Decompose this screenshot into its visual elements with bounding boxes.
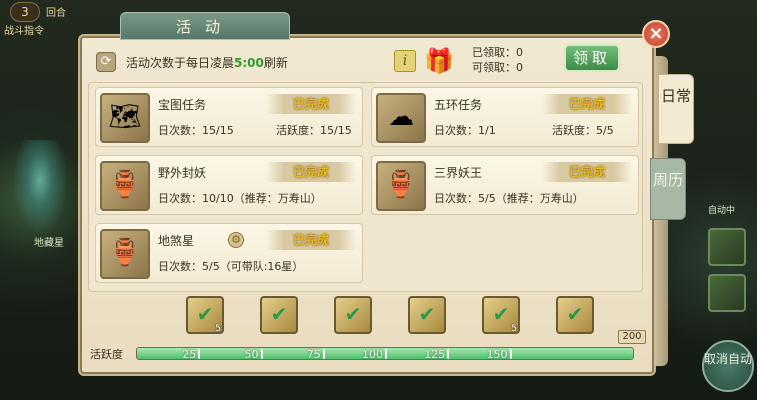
milestone-label: 50 [244,348,259,360]
completed-badge: 已完成 [266,230,356,250]
milestone-tick [447,349,450,359]
gourd-icon: 🏺 [376,161,426,211]
task-count: 日次数：10/10（推荐：万寿山） [158,192,322,205]
gear-icon[interactable]: ⚙ [228,232,244,248]
task-card-field-demon[interactable]: 🏺 野外封妖 已完成 日次数：10/10（推荐：万寿山） [95,155,363,215]
reward-check-icon[interactable]: ✔ [556,296,594,334]
task-card-five-ring[interactable]: ☁ 五环任务 已完成 日次数：1/1 活跃度：5/5 [371,87,639,147]
reward-check-icon[interactable]: ✔ [408,296,446,334]
milestone-label: 25 [182,348,197,360]
progress-bar: 25 50 75 100 125 150 [136,347,634,360]
completed-badge: 已完成 [266,162,356,182]
claim-button[interactable]: 领取 [564,44,620,72]
task-card-treasure-map[interactable]: 🗺 宝图任务 已完成 日次数：15/15 活跃度：15/15 [95,87,363,147]
claimed-count: 已领取：0 [472,46,523,59]
claim-status: 已领取：0 可领取：0 [472,45,523,75]
gourd-icon: 🏺 [100,229,150,279]
milestone-tick [260,349,263,359]
treasure-map-icon: 🗺 [100,93,150,143]
task-name: 地煞星 [158,234,195,248]
panel-title: 活动 [120,12,290,40]
task-name: 三界妖王 [434,166,483,180]
completed-badge: 已完成 [266,94,356,114]
task-name: 野外封妖 [158,166,207,180]
task-count: 日次数：5/5（可带队:16星） [158,260,304,273]
completed-badge: 已完成 [542,162,632,182]
reward-count: 5 [215,324,221,334]
reward-check-icon[interactable]: ✔ [334,296,372,334]
ally-name-label: 地藏星 [34,238,64,249]
task-activity: 活跃度：15/15 [276,124,352,137]
skill-slot-1[interactable] [708,228,746,266]
close-icon[interactable]: × [642,20,670,48]
claimable-count: 可领取：0 [472,61,523,74]
milestone-tick [385,349,387,359]
gourd-icon: 🏺 [100,161,150,211]
task-count: 日次数：1/1 [434,124,496,137]
milestone-tick [198,349,201,359]
skill-slot-2[interactable] [708,274,746,312]
milestone-tick [322,349,325,359]
round-counter: 3 [10,2,40,22]
task-count: 日次数：5/5（推荐：万寿山） [434,192,584,205]
milestone-tick [509,349,512,359]
progress-max-label: 200 [618,330,646,344]
milestone-label: 75 [306,348,321,360]
battle-command-label[interactable]: 战斗指令 [4,22,44,37]
tab-weekly[interactable]: 周历 [650,158,686,220]
reward-check-icon[interactable]: ✔ [260,296,298,334]
refresh-icon: ⟳ [96,52,116,72]
panel-header: ⟳ 活动次数于每日凌晨5:00刷新 i 🎁 已领取：0 可领取：0 领取 [94,44,624,78]
reward-chests: ✔ 5 ✔ ✔ ✔ ✔ 5 ✔ [88,294,643,338]
milestone-label: 125 [424,348,446,360]
auto-status-label: 自动中 [708,206,736,216]
refresh-notice: 活动次数于每日凌晨5:00刷新 [126,56,288,70]
activity-progress: 活跃度 200 25 50 75 100 125 150 [88,330,646,364]
tab-daily[interactable]: 日常 [658,74,694,144]
task-card-earth-star[interactable]: 🏺 地煞星 ⚙ 已完成 日次数：5/5（可带队:16星） [95,223,363,283]
cancel-auto-button[interactable]: 取消自动 [702,340,754,392]
battle-hud: 3 回合 战斗指令 [0,0,80,37]
completed-badge: 已完成 [542,94,632,114]
gift-box-icon: 🎁 [424,47,454,75]
task-count: 日次数：15/15 [158,124,234,137]
silver-ingot-icon: ☁ [376,93,426,143]
milestone-label: 100 [362,348,383,360]
info-icon[interactable]: i [394,50,416,72]
round-label: 回合 [46,8,66,19]
reward-count: 5 [511,324,517,334]
task-name: 宝图任务 [158,98,207,112]
task-name: 五环任务 [434,98,483,112]
ally-character[interactable] [10,140,70,240]
reward-check-icon[interactable]: ✔ 5 [482,296,520,334]
milestone-label: 150 [486,348,508,360]
task-activity: 活跃度：5/5 [552,124,614,137]
reward-check-icon[interactable]: ✔ 5 [186,296,224,334]
task-card-three-realms[interactable]: 🏺 三界妖王 已完成 日次数：5/5（推荐：万寿山） [371,155,639,215]
progress-label: 活跃度 [90,348,123,361]
task-list: 🗺 宝图任务 已完成 日次数：15/15 活跃度：15/15 ☁ 五环任务 已完… [88,82,643,292]
